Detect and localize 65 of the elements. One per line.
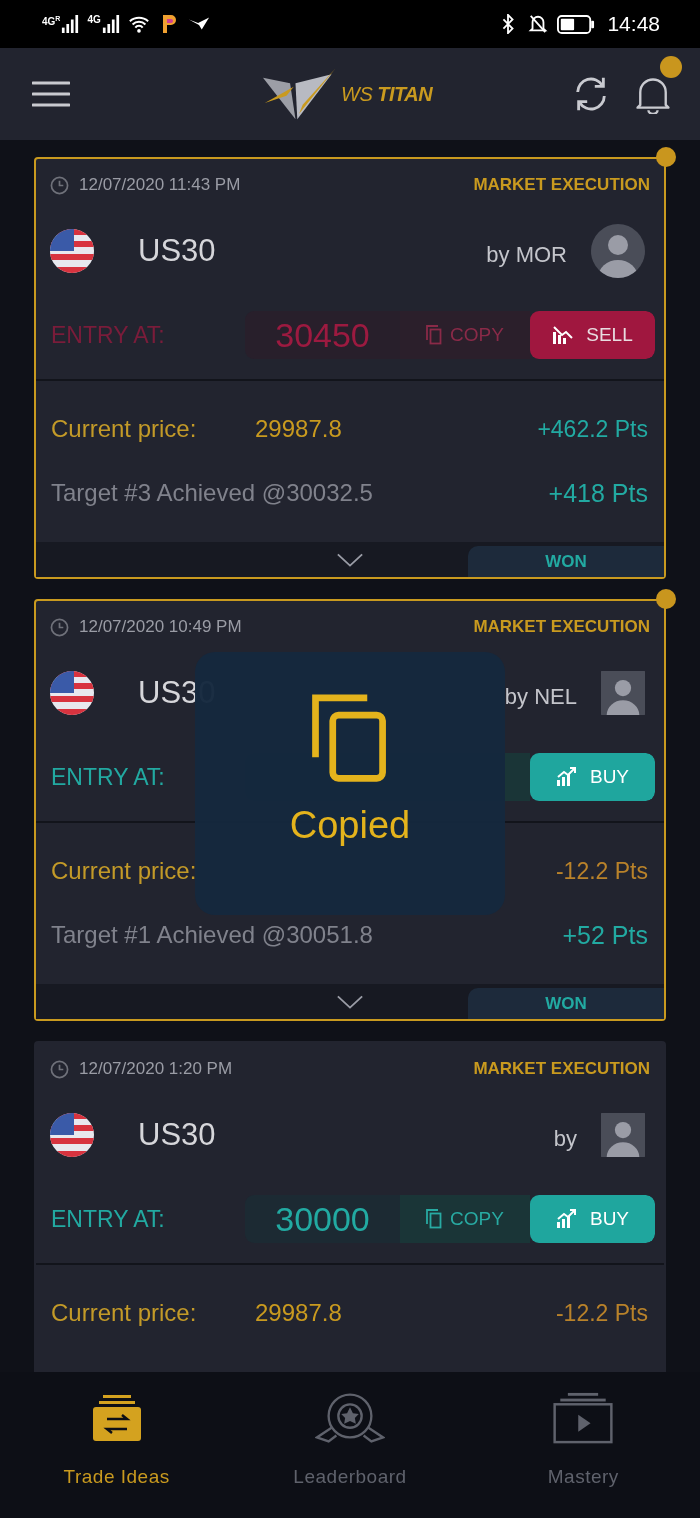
timestamp: 12/07/2020 10:49 PM bbox=[79, 617, 242, 637]
menu-icon[interactable] bbox=[32, 81, 70, 107]
chart-icon bbox=[555, 1208, 578, 1230]
network-type: 4G bbox=[87, 15, 101, 25]
network-type: 4G$^{R}$ bbox=[42, 15, 61, 28]
asset-symbol: US30 bbox=[138, 1117, 216, 1153]
points-change: -12.2 Pts bbox=[555, 857, 648, 885]
execution-type: MARKET EXECUTION bbox=[473, 1059, 650, 1079]
nav-tab[interactable]: Mastery bbox=[466, 1372, 700, 1518]
points-change: +462.2 Pts bbox=[537, 415, 648, 443]
entry-label: ENTRY AT: bbox=[51, 321, 165, 349]
execution-type: MARKET EXECUTION bbox=[473, 617, 650, 637]
points-change: -12.2 Pts bbox=[555, 1299, 648, 1327]
current-price: 29987.8 bbox=[255, 415, 342, 443]
asset-symbol: US30 bbox=[138, 233, 216, 269]
chart-icon bbox=[552, 324, 575, 346]
flag-icon bbox=[50, 671, 94, 715]
muted-bell-icon bbox=[527, 14, 550, 34]
author-name: by NEL bbox=[504, 684, 577, 710]
chevron-down-icon[interactable] bbox=[336, 551, 364, 568]
price-label: Current price: bbox=[51, 857, 198, 885]
brand-name: WS TITAN bbox=[341, 82, 433, 106]
target-points: +418 Pts bbox=[548, 478, 648, 508]
copy-icon bbox=[426, 1209, 443, 1229]
sell-button[interactable]: SELL bbox=[530, 311, 655, 359]
copy-button[interactable]: COPY bbox=[400, 311, 530, 359]
entry-price: 30000 bbox=[245, 1195, 400, 1243]
flag-icon bbox=[50, 1113, 94, 1157]
current-price: 29987.8 bbox=[255, 1299, 342, 1327]
clock-time: 14:48 bbox=[607, 12, 660, 36]
nav-tab[interactable]: Leaderboard bbox=[233, 1372, 467, 1518]
logo-icon bbox=[263, 68, 337, 120]
timestamp: 12/07/2020 11:43 PM bbox=[79, 175, 241, 195]
execution-type: MARKET EXECUTION bbox=[473, 175, 650, 195]
target-points: +52 Pts bbox=[562, 920, 648, 950]
clock-icon bbox=[50, 1059, 69, 1079]
entry-label: ENTRY AT: bbox=[51, 763, 165, 791]
status-badge: WON bbox=[468, 988, 664, 1019]
timestamp: 12/07/2020 1:20 PM bbox=[79, 1059, 233, 1079]
signal-icon bbox=[61, 15, 80, 33]
battery-icon bbox=[557, 14, 596, 34]
chevron-down-icon[interactable] bbox=[336, 993, 364, 1010]
price-label: Current price: bbox=[51, 1299, 198, 1327]
target-status: Target #1 Achieved @30051.8 bbox=[51, 921, 373, 949]
chart-icon bbox=[555, 766, 578, 788]
author-name: by bbox=[553, 1126, 577, 1152]
entry-label: ENTRY AT: bbox=[51, 1205, 165, 1233]
buy-button[interactable]: BUY bbox=[530, 753, 655, 801]
medal-icon bbox=[315, 1392, 385, 1444]
price-label: Current price: bbox=[51, 415, 198, 443]
status-badge: WON bbox=[468, 546, 664, 577]
flag-icon bbox=[50, 229, 94, 273]
toast-message: Copied bbox=[289, 804, 411, 847]
copy-button[interactable]: COPY bbox=[400, 1195, 530, 1243]
signal-icon bbox=[101, 15, 120, 33]
wifi-icon bbox=[127, 14, 150, 34]
avatar bbox=[591, 224, 645, 278]
target-status: Target #3 Achieved @30032.5 bbox=[51, 479, 373, 507]
clock-icon bbox=[50, 175, 69, 195]
nav-tab[interactable]: Trade Ideas bbox=[0, 1372, 234, 1518]
entry-price: 30450 bbox=[245, 311, 400, 359]
author-name: by MOR bbox=[486, 242, 567, 268]
clock-icon bbox=[50, 617, 69, 637]
buy-button[interactable]: BUY bbox=[530, 1195, 655, 1243]
copy-icon bbox=[426, 325, 443, 345]
